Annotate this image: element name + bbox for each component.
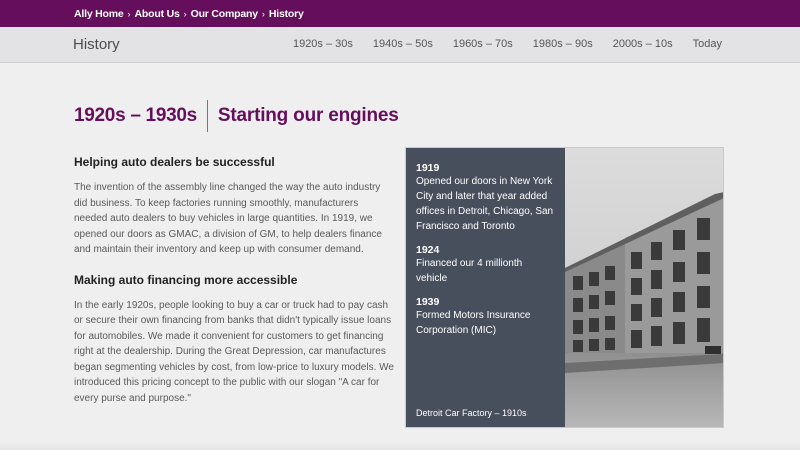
footer-shadow (0, 440, 800, 450)
factory-photo (565, 148, 723, 427)
article-content: Helping auto dealers be successful The i… (74, 155, 394, 406)
heading-divider (206, 100, 208, 132)
nav-today[interactable]: Today (693, 38, 722, 50)
chevron-right-icon: › (127, 8, 131, 19)
nav-1940s-50s[interactable]: 1940s – 50s (373, 38, 433, 50)
breadcrumb-ally-home[interactable]: Ally Home (74, 8, 124, 20)
nav-2000s-10s[interactable]: 2000s – 10s (613, 38, 673, 50)
page-heading: 1920s – 1930s Starting our engines (74, 100, 399, 132)
timeline-year: 1924 (416, 244, 440, 256)
decade-nav: 1920s – 30s 1940s – 50s 1960s – 70s 1980… (273, 38, 722, 50)
chevron-right-icon: › (261, 8, 265, 19)
era-tagline: Starting our engines (217, 105, 399, 126)
timeline-panel: 1919 Opened our doors in New York City a… (405, 147, 724, 428)
subnav-title: History (73, 36, 120, 53)
timeline-text: Financed our 4 millionth vehicle (416, 258, 523, 284)
breadcrumb-history: History (268, 7, 304, 20)
section-body: In the early 1920s, people looking to bu… (74, 299, 394, 404)
photo-caption: Detroit Car Factory – 1910s (416, 408, 527, 418)
breadcrumb-about-us[interactable]: About Us (135, 8, 180, 20)
era-title: 1920s – 1930s (74, 105, 197, 126)
breadcrumb: Ally Home › About Us › Our Company › His… (0, 0, 800, 27)
history-subnav: History 1920s – 30s 1940s – 50s 1960s – … (0, 27, 800, 63)
timeline-year: 1919 (416, 162, 440, 174)
nav-1980s-90s[interactable]: 1980s – 90s (533, 38, 593, 50)
section-title: Helping auto dealers be successful (74, 155, 275, 169)
chevron-right-icon: › (183, 8, 187, 19)
timeline-list: 1919 Opened our doors in New York City a… (406, 148, 565, 427)
timeline-text: Formed Motors Insurance Corporation (MIC… (416, 310, 531, 336)
timeline-year: 1939 (416, 296, 440, 308)
factory-building-image (565, 148, 723, 427)
nav-1920s-30s[interactable]: 1920s – 30s (293, 38, 353, 50)
nav-1960s-70s[interactable]: 1960s – 70s (453, 38, 513, 50)
section-title: Making auto financing more accessible (74, 272, 298, 287)
timeline-text: Opened our doors in New York City and la… (416, 176, 554, 232)
breadcrumb-our-company[interactable]: Our Company (191, 8, 258, 20)
section-body: The invention of the assembly line chang… (74, 182, 382, 255)
